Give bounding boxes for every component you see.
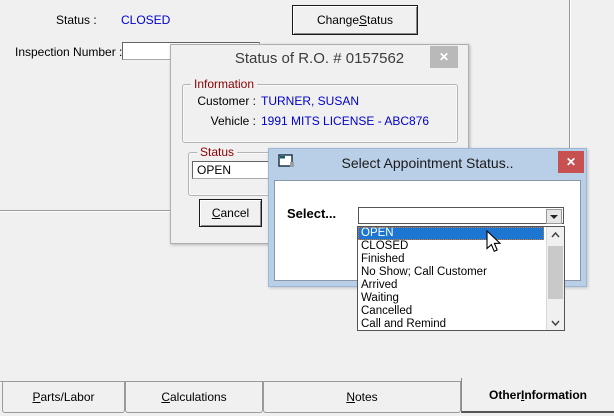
appointment-status-option-list: OPEN CLOSED Finished No Show; Call Custo… [357,226,565,331]
vehicle-value: 1991 MITS LICENSE - ABC876 [261,114,430,128]
select-label: Select... [287,206,337,221]
customer-value: TURNER, SUSAN [261,94,360,108]
tab-notes[interactable]: Notes [263,382,461,413]
option-no-show[interactable]: No Show; Call Customer [358,266,544,279]
appt-dialog-title: Select Appointment Status.. [341,155,514,171]
option-cancelled[interactable]: Cancelled [358,305,544,318]
option-closed[interactable]: CLOSED [358,240,544,253]
combo-dropdown-button[interactable] [546,209,562,224]
option-call-and-remind[interactable]: Call and Remind [358,318,544,331]
horizontal-divider [0,210,170,211]
option-waiting[interactable]: Waiting [358,292,544,305]
scroll-up-icon[interactable] [547,227,564,242]
app-window: Status : CLOSED Change Status Inspection… [0,0,614,416]
information-groupbox: Information Customer : TURNER, SUSAN Veh… [182,77,458,143]
chevron-down-icon [550,214,558,219]
change-status-button[interactable]: Change Status [292,5,418,35]
information-group-label: Information [191,77,258,91]
status-group-label: Status [197,145,238,159]
tab-calculations[interactable]: Calculations [125,382,263,413]
inspection-number-label: Inspection Number : [15,45,123,59]
list-scrollbar[interactable] [546,227,564,330]
option-arrived[interactable]: Arrived [358,279,544,292]
tab-other-information[interactable]: Other Information [461,378,614,413]
customer-label: Customer : [197,94,256,108]
close-icon[interactable]: ✕ [558,151,584,173]
scrollbar-thumb[interactable] [548,246,563,299]
status-label: Status : [56,13,97,27]
cancel-button[interactable]: Cancel [199,199,262,227]
ro-dialog-title: Status of R.O. # 0157562 [234,50,405,67]
close-icon[interactable]: ✕ [430,46,458,68]
mouse-cursor [486,230,502,253]
status-value: CLOSED [121,13,171,27]
vehicle-label: Vehicle : [210,114,256,128]
tab-parts-labor[interactable]: Parts/Labor [2,382,125,413]
option-open[interactable]: OPEN [358,227,544,240]
option-finished[interactable]: Finished [358,253,544,266]
appointment-status-combobox[interactable] [358,207,564,224]
vertical-divider [569,0,570,170]
scroll-down-icon[interactable] [547,315,564,330]
